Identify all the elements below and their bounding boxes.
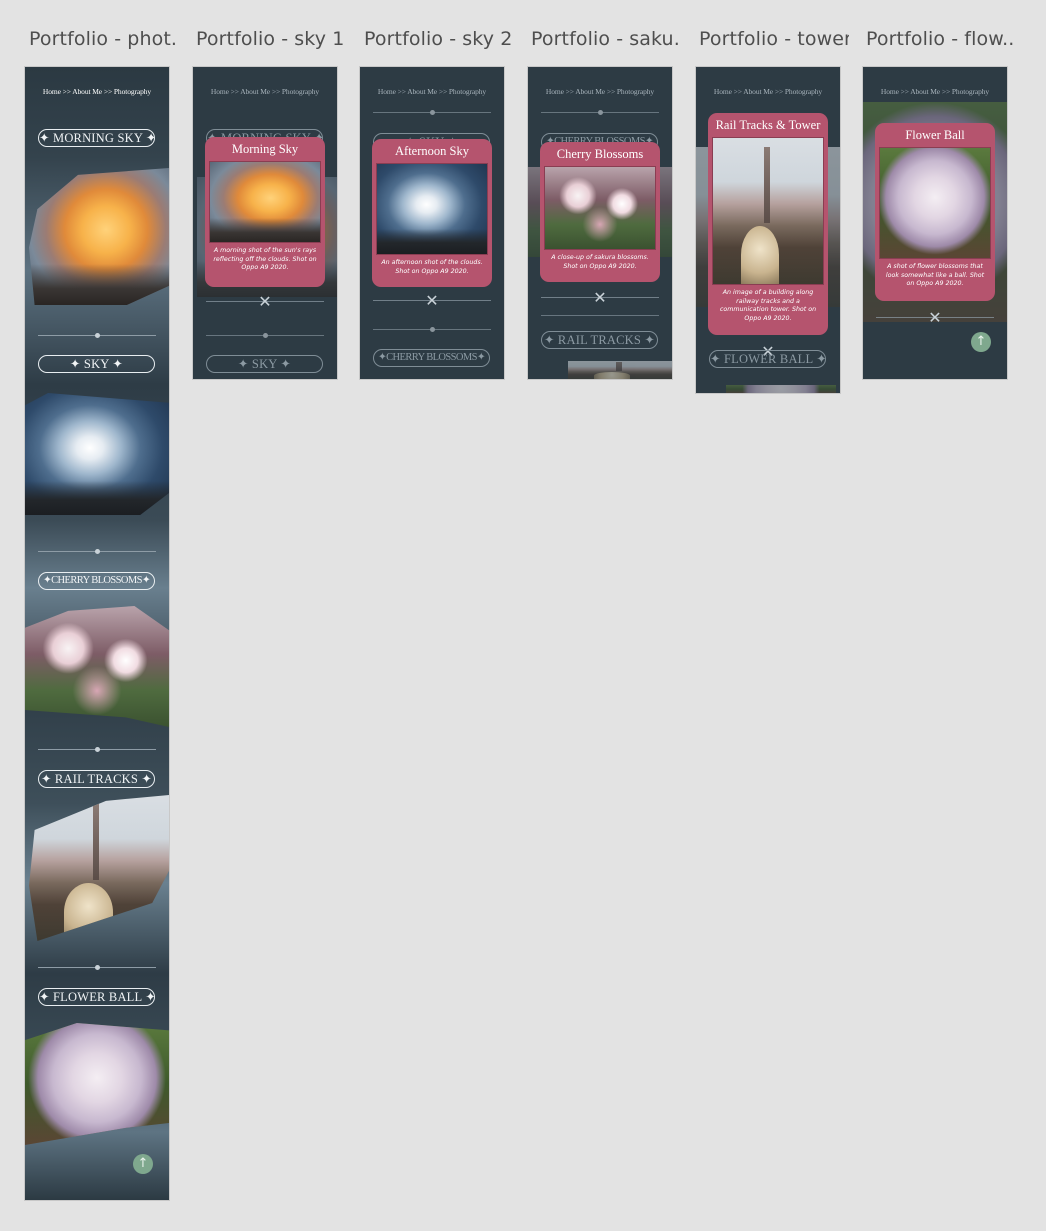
section-title-cherry-blossoms: ✦CHERRY BLOSSOMS✦ <box>373 349 490 367</box>
photo-rail-preview <box>568 361 672 379</box>
divider-dot <box>95 549 100 554</box>
artboard-photography[interactable]: Home >> About Me >> Photography ✦ MORNIN… <box>24 66 170 1201</box>
section-title-rail-tracks: ✦ RAIL TRACKS ✦ <box>38 770 155 788</box>
card-photo <box>879 147 991 259</box>
breadcrumb[interactable]: Home >> About Me >> Photography <box>360 87 504 96</box>
divider-dot <box>95 747 100 752</box>
breadcrumb[interactable]: Home >> About Me >> Photography <box>25 87 169 96</box>
section-title-sky: ✦ SKY ✦ <box>206 355 323 373</box>
card-caption: A shot of flower blossoms that look some… <box>885 263 985 288</box>
photo-morning-sky[interactable] <box>29 168 169 305</box>
artboard-title-sakura[interactable]: Portfolio - saku... <box>531 28 681 50</box>
photo-card-flower-ball[interactable]: Flower Ball A shot of flower blossoms th… <box>875 123 995 301</box>
section-divider <box>541 110 659 115</box>
breadcrumb[interactable]: Home >> About Me >> Photography <box>696 87 840 96</box>
card-caption: A close-up of sakura blossoms. Shot on O… <box>551 254 649 270</box>
section-divider <box>38 333 156 338</box>
section-title-cherry-blossoms: ✦CHERRY BLOSSOMS✦ <box>38 572 155 590</box>
divider-dot <box>430 110 435 115</box>
close-icon[interactable]: ✕ <box>926 309 944 327</box>
section-divider <box>38 549 156 554</box>
section-title-morning-sky: ✦ MORNING SKY ✦ <box>38 129 155 147</box>
artboard-title-photography[interactable]: Portfolio - phot... <box>29 28 179 50</box>
card-photo <box>712 137 824 285</box>
divider-dot <box>598 110 603 115</box>
card-caption: A morning shot of the sun's rays reflect… <box>213 247 317 272</box>
section-title-rail-tracks: ✦ RAIL TRACKS ✦ <box>541 331 658 349</box>
scroll-to-top-button[interactable]: ↑ <box>971 332 991 352</box>
divider-dot <box>430 327 435 332</box>
photo-card-morning-sky[interactable]: Morning Sky A morning shot of the sun's … <box>205 137 325 287</box>
breadcrumb[interactable]: Home >> About Me >> Photography <box>863 87 1007 96</box>
artboard-title-flower[interactable]: Portfolio - flow... <box>866 28 1016 50</box>
card-photo <box>376 163 488 255</box>
artboard-title-sky-1[interactable]: Portfolio - sky 1 <box>196 28 346 50</box>
card-title: Cherry Blossoms <box>556 147 644 161</box>
card-title: Flower Ball <box>905 128 965 142</box>
card-title: Rail Tracks & Tower <box>715 118 821 132</box>
photo-cherry-blossoms[interactable] <box>25 606 169 727</box>
breadcrumb[interactable]: Home >> About Me >> Photography <box>528 87 672 96</box>
breadcrumb[interactable]: Home >> About Me >> Photography <box>193 87 337 96</box>
scroll-to-top-button[interactable]: ↑ <box>133 1154 153 1174</box>
card-title: Morning Sky <box>231 142 299 156</box>
photo-card-cherry-blossoms[interactable]: Cherry Blossoms A close-up of sakura blo… <box>540 142 660 282</box>
section-divider <box>373 327 491 332</box>
section-title-flower-ball: ✦ FLOWER BALL ✦ <box>38 988 155 1006</box>
divider-dot <box>95 965 100 970</box>
section-divider <box>38 747 156 752</box>
section-divider <box>373 110 491 115</box>
divider-dot <box>263 333 268 338</box>
photo-rail-tracks[interactable] <box>29 795 169 941</box>
photo-afternoon-sky[interactable] <box>25 393 169 515</box>
card-photo <box>209 161 321 243</box>
section-title-sky: ✦ SKY ✦ <box>38 355 155 373</box>
section-title-flower-ball: ✦ FLOWER BALL ✦ <box>709 350 826 368</box>
card-caption: An image of a building along railway tra… <box>719 289 817 322</box>
artboard-flower[interactable]: Home >> About Me >> Photography Flower B… <box>862 66 1008 380</box>
divider-dot <box>95 333 100 338</box>
close-icon[interactable]: ✕ <box>423 292 441 310</box>
artboard-sky-2[interactable]: Home >> About Me >> Photography ✦ SKY ✦ … <box>359 66 505 380</box>
artboard-sakura[interactable]: Home >> About Me >> Photography ✦CHERRY … <box>527 66 673 380</box>
section-divider <box>541 315 659 316</box>
artboard-sky-1[interactable]: Home >> About Me >> Photography ✦ MORNIN… <box>192 66 338 380</box>
artboard-title-tower[interactable]: Portfolio - tower <box>699 28 849 50</box>
photo-flower-preview <box>726 385 836 393</box>
section-divider <box>38 965 156 970</box>
artboard-title-sky-2[interactable]: Portfolio - sky 2 <box>364 28 514 50</box>
close-icon[interactable]: ✕ <box>591 289 609 307</box>
photo-flower-ball[interactable] <box>25 1023 169 1145</box>
card-photo <box>544 166 656 250</box>
artboard-tower[interactable]: Home >> About Me >> Photography Rail Tra… <box>695 66 841 394</box>
photo-card-afternoon-sky[interactable]: Afternoon Sky An afternoon shot of the c… <box>372 139 492 287</box>
photo-card-rail-tracks[interactable]: Rail Tracks & Tower An image of a buildi… <box>708 113 828 335</box>
card-title: Afternoon Sky <box>395 144 469 158</box>
section-divider <box>206 333 324 338</box>
close-icon[interactable]: ✕ <box>256 293 274 311</box>
card-caption: An afternoon shot of the clouds. Shot on… <box>381 259 483 275</box>
